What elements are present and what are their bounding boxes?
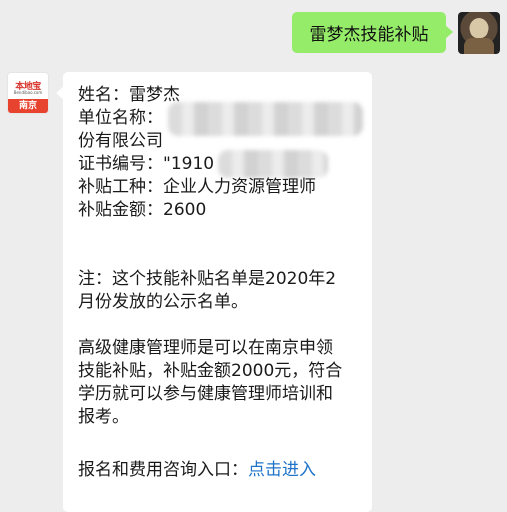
para-line-2: 技能补贴，补贴金额2000元，符合 [78,361,343,381]
bendibao-avatar[interactable]: 本地宝 Bendibao.com 南京 [7,72,49,114]
note-line-2: 月份发放的公示名单。 [78,292,248,312]
signup-prefix: 报名和费用咨询入口： [78,460,248,480]
company-line-prefix: 单位名称： [78,108,163,128]
user-avatar[interactable] [458,12,500,54]
note-line-1: 注：这个技能补贴名单是2020年2 [78,269,337,289]
outgoing-message-bubble[interactable]: 雷梦杰技能补贴 [292,12,453,53]
para-line-4: 报考。 [78,407,129,427]
subsidy-type-line: 补贴工种：企业人力资源管理师 [78,177,316,197]
outgoing-message-text: 雷梦杰技能补贴 [309,25,429,45]
incoming-message-bubble[interactable]: 姓名：雷梦杰 单位名称： 份有限公司 证书编号："1910 补贴工种：企业人力资… [56,72,372,512]
redacted-cert-blur [218,150,328,178]
avatar-site: Bendibao.com [13,90,43,95]
signup-line: 报名和费用咨询入口：点击进入 [78,459,316,481]
avatar-figure-head [470,18,488,38]
para-line-3: 学历就可以参与健康管理师培训和 [78,384,333,404]
click-enter-link[interactable]: 点击进入 [248,460,316,480]
name-line: 姓名：雷梦杰 [78,85,180,105]
para-line-1: 高级健康管理师是可以在南京申领 [78,338,333,358]
company-line-suffix: 份有限公司 [78,131,163,151]
avatar-figure-body [464,38,494,54]
redacted-company-blur [168,102,363,136]
avatar-city: 南京 [8,99,48,113]
subsidy-amount-line: 补贴金额：2600 [78,200,207,220]
cert-line: 证书编号："1910 [78,154,215,174]
